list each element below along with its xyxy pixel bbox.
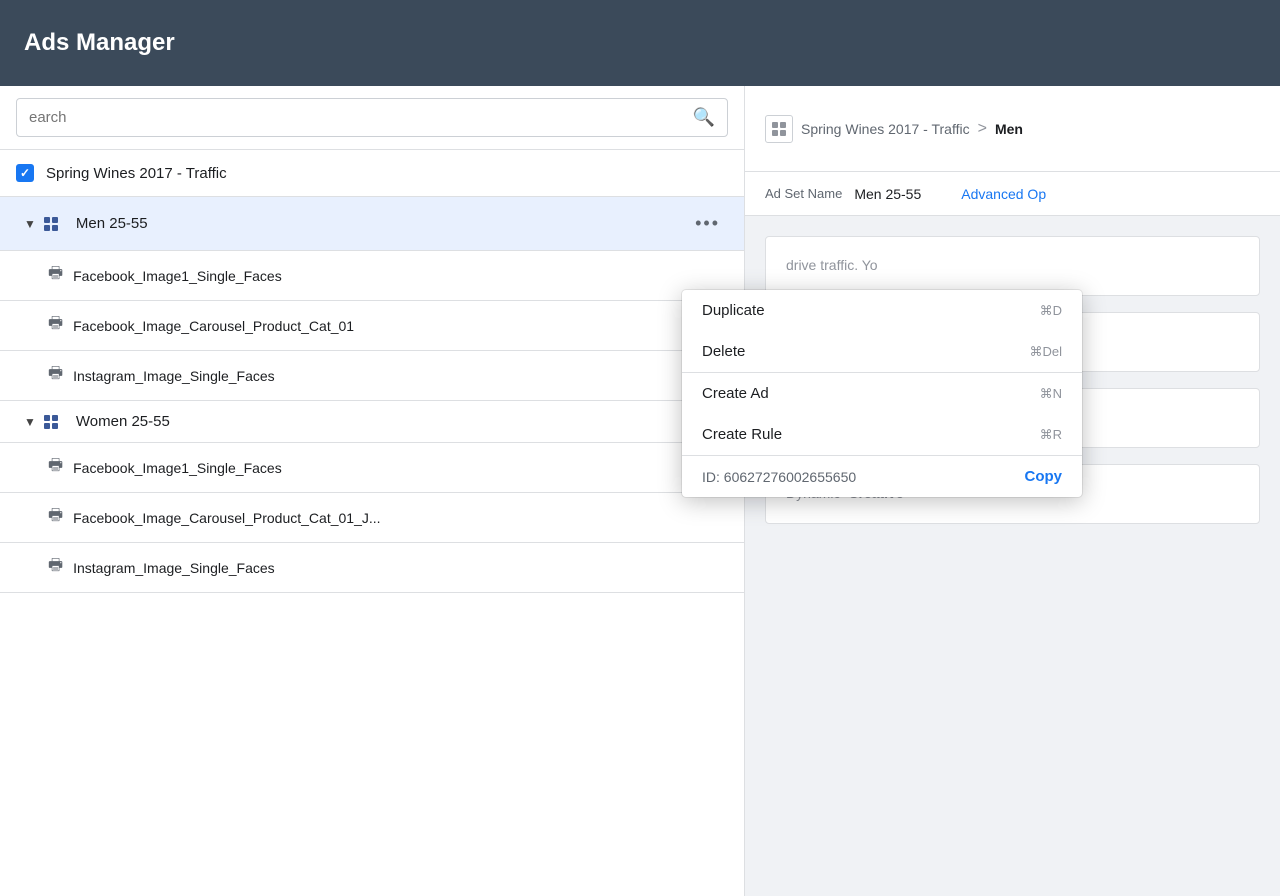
ad-row-women-1[interactable]: 🖶 Facebook_Image1_Single_Faces — [0, 443, 744, 493]
content-drive-traffic: drive traffic. Yo — [765, 236, 1260, 296]
monitor-icon-men-3: 🖶 — [48, 362, 63, 389]
context-menu-create-ad-label: Create Ad — [702, 385, 769, 402]
search-icon: 🔍 — [693, 107, 715, 128]
breadcrumb: Spring Wines 2017 - Traffic > Men — [765, 115, 1023, 143]
ad-name-men-2: Facebook_Image_Carousel_Product_Cat_01 — [73, 318, 354, 334]
context-menu-create-ad-shortcut: ⌘N — [1040, 386, 1062, 402]
ad-name-women-3: Instagram_Image_Single_Faces — [73, 560, 275, 576]
context-menu-create-rule-shortcut: ⌘R — [1040, 427, 1062, 443]
right-tabs: Ad Set Name Men 25-55 Advanced Op — [745, 172, 1280, 216]
adset-grid-icon-men — [44, 217, 58, 231]
ad-row-men-1[interactable]: 🖶 Facebook_Image1_Single_Faces — [0, 251, 744, 301]
context-menu-create-rule-label: Create Rule — [702, 426, 782, 443]
context-menu-id-row: ID: 60627276002655650 Copy — [682, 456, 1082, 497]
context-menu-delete-label: Delete — [702, 343, 745, 360]
app-header: Ads Manager — [0, 0, 1280, 86]
adset-name-men: Men 25-55 — [76, 215, 687, 232]
context-menu-delete[interactable]: Delete ⌘Del — [682, 331, 1082, 372]
ad-row-men-2[interactable]: 🖶 Facebook_Image_Carousel_Product_Cat_01 — [0, 301, 744, 351]
context-menu-duplicate[interactable]: Duplicate ⌘D — [682, 290, 1082, 331]
search-wrapper[interactable]: 🔍 — [16, 98, 728, 137]
drive-traffic-text: drive traffic. Yo — [786, 257, 878, 273]
ad-name-men-1: Facebook_Image1_Single_Faces — [73, 268, 282, 284]
campaign-row[interactable]: Spring Wines 2017 - Traffic — [0, 150, 744, 197]
campaign-checkbox[interactable] — [16, 164, 34, 182]
monitor-icon-women-3: 🖶 — [48, 554, 63, 581]
ad-set-label: Ad Set Name — [765, 186, 842, 201]
ad-name-men-3: Instagram_Image_Single_Faces — [73, 368, 275, 384]
app-title: Ads Manager — [24, 29, 175, 57]
search-input[interactable] — [29, 109, 693, 126]
ad-name-women-2: Facebook_Image_Carousel_Product_Cat_01_J… — [73, 510, 380, 526]
context-menu-create-rule[interactable]: Create Rule ⌘R — [682, 414, 1082, 455]
monitor-icon-women-2: 🖶 — [48, 504, 63, 531]
breadcrumb-campaign: Spring Wines 2017 - Traffic — [801, 121, 970, 137]
advanced-ops[interactable]: Advanced Op — [961, 186, 1046, 202]
ad-row-women-3[interactable]: 🖶 Instagram_Image_Single_Faces — [0, 543, 744, 593]
search-bar: 🔍 — [0, 86, 744, 150]
monitor-icon-women-1: 🖶 — [48, 454, 63, 481]
right-header: Spring Wines 2017 - Traffic > Men — [745, 86, 1280, 172]
campaign-name: Spring Wines 2017 - Traffic — [46, 165, 227, 182]
monitor-icon-men-1: 🖶 — [48, 262, 63, 289]
context-menu: Duplicate ⌘D Delete ⌘Del Create Ad ⌘N Cr… — [682, 290, 1082, 497]
main-layout: 🔍 Spring Wines 2017 - Traffic ▼ Men 25-5… — [0, 86, 1280, 896]
breadcrumb-panel-icon[interactable] — [765, 115, 793, 143]
ad-row-women-2[interactable]: 🖶 Facebook_Image_Carousel_Product_Cat_01… — [0, 493, 744, 543]
breadcrumb-separator: > — [978, 120, 987, 138]
context-menu-duplicate-shortcut: ⌘D — [1040, 303, 1062, 319]
adset-grid-icon-women — [44, 415, 58, 429]
context-menu-id-text: ID: 60627276002655650 — [702, 469, 856, 485]
ad-set-value: Men 25-55 — [854, 186, 921, 202]
left-panel: 🔍 Spring Wines 2017 - Traffic ▼ Men 25-5… — [0, 86, 745, 896]
adset-name-women: Women 25-55 — [76, 413, 728, 430]
ad-row-men-3[interactable]: 🖶 Instagram_Image_Single_Faces — [0, 351, 744, 401]
collapse-arrow-women[interactable]: ▼ — [24, 415, 36, 429]
monitor-icon-men-2: 🖶 — [48, 312, 63, 339]
copy-button[interactable]: Copy — [1025, 468, 1063, 485]
adset-row-women[interactable]: ▼ Women 25-55 — [0, 401, 744, 443]
more-button-men[interactable]: ••• — [687, 209, 728, 238]
ad-name-women-1: Facebook_Image1_Single_Faces — [73, 460, 282, 476]
context-menu-duplicate-label: Duplicate — [702, 302, 765, 319]
collapse-arrow-men[interactable]: ▼ — [24, 217, 36, 231]
breadcrumb-current: Men — [995, 121, 1023, 137]
context-menu-delete-shortcut: ⌘Del — [1029, 344, 1062, 360]
context-menu-create-ad[interactable]: Create Ad ⌘N — [682, 373, 1082, 414]
adset-row-men[interactable]: ▼ Men 25-55 ••• — [0, 197, 744, 251]
